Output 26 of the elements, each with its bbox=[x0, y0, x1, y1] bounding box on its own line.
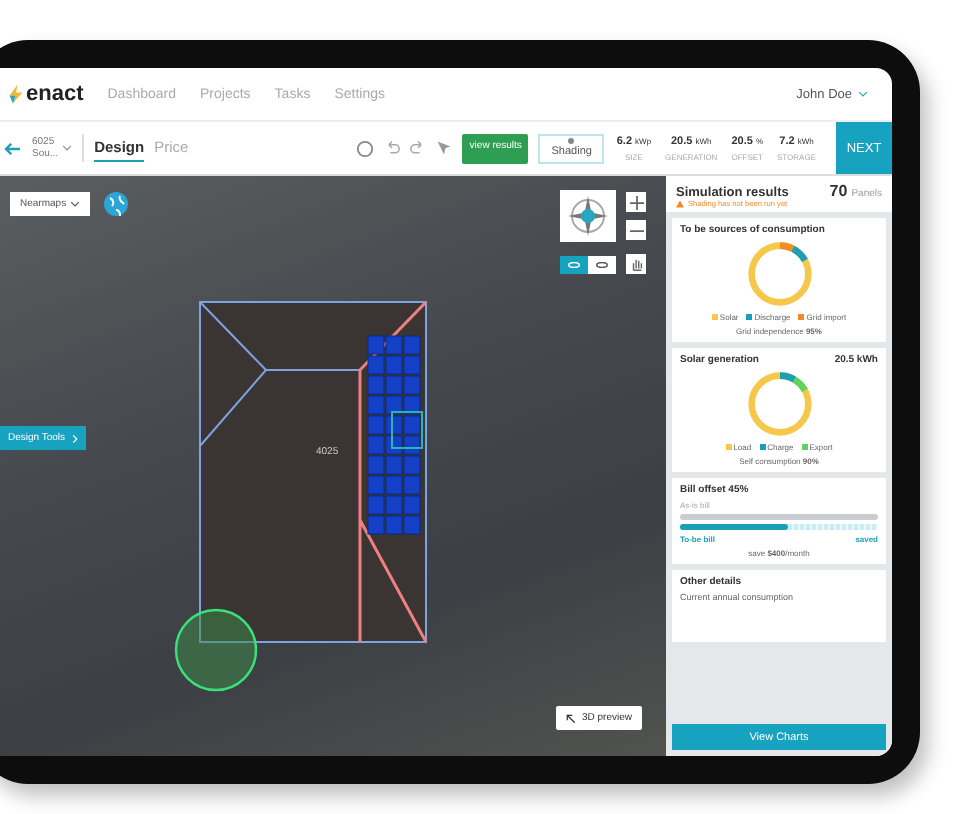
warning-icon bbox=[676, 200, 684, 208]
chevron-down-icon bbox=[858, 90, 868, 98]
donut-chart-drawing bbox=[745, 370, 813, 438]
zoom-in-button[interactable] bbox=[626, 192, 646, 212]
dot-icon bbox=[568, 138, 575, 144]
view-toggle-option[interactable] bbox=[560, 256, 588, 274]
compass-icon[interactable] bbox=[560, 190, 616, 242]
hand-icon bbox=[629, 257, 643, 271]
brand-name: enact bbox=[26, 82, 84, 106]
panel-count: 70 bbox=[829, 182, 848, 200]
redo-icon[interactable] bbox=[410, 140, 427, 156]
arrow-icon bbox=[566, 713, 576, 723]
tree-circle-icon bbox=[174, 608, 258, 692]
chevron-down-icon bbox=[70, 200, 81, 208]
chevron-right-icon bbox=[71, 433, 78, 443]
pan-button[interactable] bbox=[626, 254, 646, 274]
back-arrow-icon[interactable] bbox=[4, 141, 22, 155]
plus-icon bbox=[629, 195, 643, 209]
circle-tool-icon[interactable] bbox=[356, 139, 375, 157]
donut-chart-drawing bbox=[745, 240, 813, 308]
zoom-out-button[interactable] bbox=[626, 220, 646, 240]
chevron-down-icon bbox=[62, 144, 73, 152]
undo-icon[interactable] bbox=[384, 140, 401, 156]
pointer-icon[interactable] bbox=[436, 140, 453, 156]
logo-icon bbox=[8, 84, 24, 104]
globe-icon[interactable] bbox=[104, 192, 128, 216]
